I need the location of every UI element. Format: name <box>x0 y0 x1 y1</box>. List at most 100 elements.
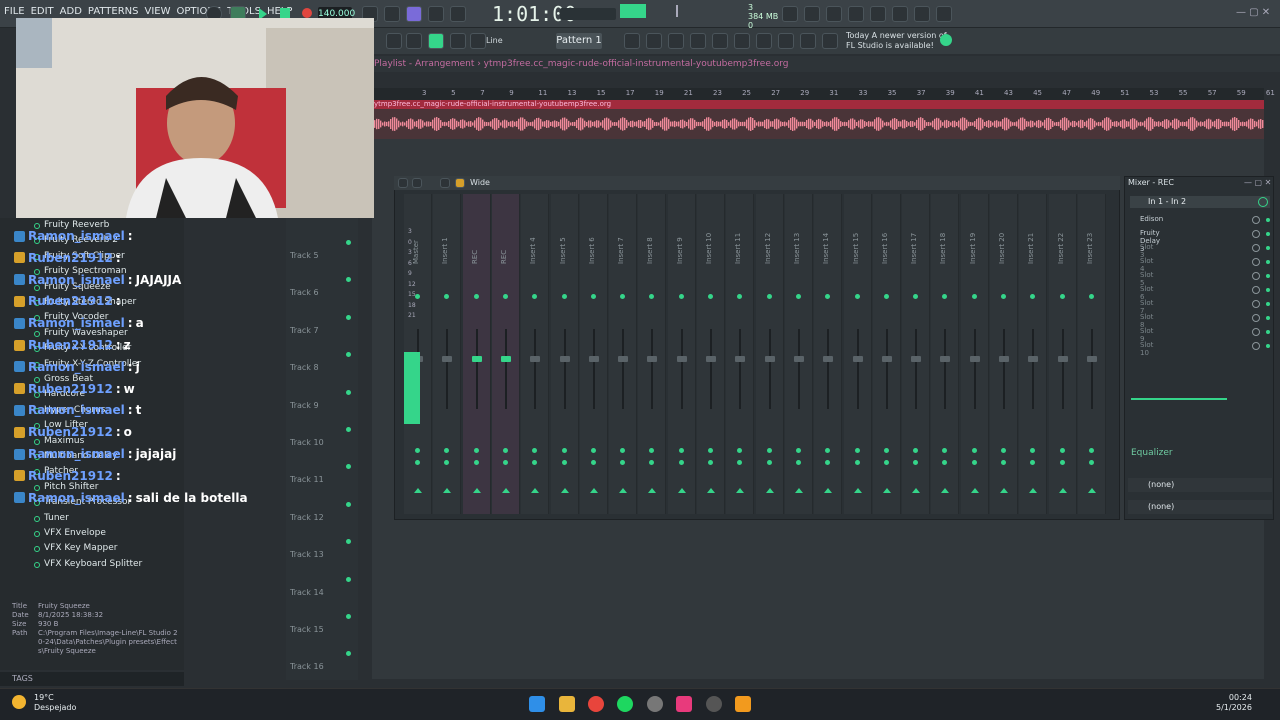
strip-route-arrow[interactable] <box>414 488 422 493</box>
strip-fader[interactable] <box>676 356 687 362</box>
strip-fader[interactable] <box>881 356 892 362</box>
strip-route-arrow[interactable] <box>1087 488 1096 493</box>
strip-led[interactable] <box>649 294 655 299</box>
strip-route-led[interactable] <box>620 460 626 465</box>
track-label[interactable]: Track 9 <box>290 401 319 410</box>
strip-send-led[interactable] <box>620 448 626 453</box>
strip-route-arrow[interactable] <box>736 488 745 493</box>
playlist-icon[interactable] <box>712 33 728 49</box>
strip-route-arrow[interactable] <box>648 488 657 493</box>
strip-send-led[interactable] <box>473 448 479 453</box>
track-mute-led[interactable] <box>346 539 351 545</box>
update-notice[interactable]: Today A newer version of FL Studio is av… <box>846 31 947 51</box>
step-edit-icon[interactable] <box>428 6 444 22</box>
stop-icon[interactable] <box>280 8 290 18</box>
strip-fader[interactable] <box>735 356 746 362</box>
mixer-strip[interactable]: Insert 14 <box>814 194 843 514</box>
mixer-strip[interactable]: Insert 1 <box>433 194 462 514</box>
slot-mix-knob[interactable] <box>1252 216 1260 224</box>
strip-led[interactable] <box>766 294 772 299</box>
track-label[interactable]: Track 6 <box>290 288 319 297</box>
channel-rack-icon[interactable] <box>646 33 662 49</box>
send-none-2[interactable]: (none) <box>1128 500 1272 514</box>
browser-item[interactable]: VFX Envelope <box>44 528 106 538</box>
strip-send-led[interactable] <box>766 448 772 453</box>
strip-send-led[interactable] <box>1088 448 1094 453</box>
strip-fader[interactable] <box>500 356 511 362</box>
track-mute-led[interactable] <box>346 427 351 432</box>
strip-led[interactable] <box>913 294 919 299</box>
slot-mix-knob[interactable] <box>1252 230 1260 238</box>
record-icon[interactable] <box>302 8 312 18</box>
mixer-strip[interactable]: Insert 15 <box>843 194 872 514</box>
menu-edit[interactable]: EDIT <box>31 6 54 17</box>
slot-mix-knob[interactable] <box>1252 300 1260 308</box>
strip-route-arrow[interactable] <box>794 488 803 493</box>
download-icon[interactable] <box>936 6 952 22</box>
mic-icon[interactable] <box>826 6 842 22</box>
track-mute-led[interactable] <box>346 277 351 283</box>
strip-fader[interactable] <box>969 356 980 362</box>
strip-route-arrow[interactable] <box>472 488 481 493</box>
track-mute-led[interactable] <box>346 501 351 507</box>
strip-led[interactable] <box>942 294 948 299</box>
snap-select[interactable]: Line <box>486 36 503 45</box>
settings-icon[interactable] <box>706 696 722 712</box>
strip-route-led[interactable] <box>415 460 420 465</box>
countdown-icon[interactable] <box>406 6 422 22</box>
menu-view[interactable]: VIEW <box>145 6 171 17</box>
strip-led[interactable] <box>532 294 538 299</box>
slot-power-led[interactable] <box>1266 316 1270 320</box>
strip-send-led[interactable] <box>883 448 889 453</box>
strip-route-arrow[interactable] <box>531 488 540 493</box>
mixer-strip[interactable]: Insert 8 <box>638 194 667 514</box>
mixer-strip[interactable]: Insert 5 <box>550 194 579 514</box>
track-label[interactable]: Track 16 <box>290 662 324 671</box>
mixer-strip[interactable]: Insert 7 <box>609 194 638 514</box>
slot-mix-knob[interactable] <box>1252 244 1260 252</box>
strip-send-led[interactable] <box>561 448 567 453</box>
strip-route-led[interactable] <box>825 460 831 465</box>
track-mute-led[interactable] <box>346 576 351 582</box>
strip-route-led[interactable] <box>1030 460 1036 465</box>
strip-led[interactable] <box>971 294 977 299</box>
mixer-strip[interactable]: REC <box>462 194 491 514</box>
chrome-icon[interactable] <box>588 696 604 712</box>
track-mute-led[interactable] <box>346 314 351 320</box>
slot-power-led[interactable] <box>1266 274 1270 278</box>
strip-route-led[interactable] <box>913 460 919 465</box>
strip-route-arrow[interactable] <box>765 488 774 493</box>
strip-route-arrow[interactable] <box>1058 488 1067 493</box>
strip-send-led[interactable] <box>590 448 596 453</box>
wait-input-icon[interactable] <box>384 6 400 22</box>
strip-route-led[interactable] <box>766 460 772 465</box>
mixer-arrow-icon[interactable] <box>398 178 408 188</box>
menu-patterns[interactable]: PATTERNS <box>88 6 139 17</box>
slot-mix-knob[interactable] <box>1252 272 1260 280</box>
browser-item[interactable]: Tuner <box>44 513 69 523</box>
menu-file[interactable]: FILE <box>4 6 25 17</box>
strip-led[interactable] <box>795 294 801 299</box>
strip-route-arrow[interactable] <box>970 488 979 493</box>
slot-mix-knob[interactable] <box>1252 342 1260 350</box>
stamp-icon[interactable] <box>450 33 466 49</box>
slot-power-led[interactable] <box>1266 330 1270 334</box>
track-mute-led[interactable] <box>346 240 351 245</box>
strip-route-led[interactable] <box>532 460 538 465</box>
strip-send-led[interactable] <box>825 448 831 453</box>
effect-slot[interactable]: Edison <box>1140 215 1163 223</box>
mixer-strip[interactable]: Insert 19 <box>960 194 989 514</box>
browser-item[interactable]: VFX Key Mapper <box>44 543 117 553</box>
track-label[interactable]: Track 8 <box>290 363 319 372</box>
strip-route-arrow[interactable] <box>1029 488 1038 493</box>
strip-route-led[interactable] <box>649 460 655 465</box>
strip-led[interactable] <box>620 294 626 299</box>
strip-led[interactable] <box>502 294 508 299</box>
strip-send-led[interactable] <box>971 448 977 453</box>
strip-fader[interactable] <box>852 356 863 362</box>
tags-bar[interactable]: TAGS <box>0 672 184 686</box>
track-label[interactable]: Track 11 <box>290 475 324 484</box>
strip-led[interactable] <box>854 294 860 299</box>
strip-fader[interactable] <box>442 356 453 362</box>
strip-led[interactable] <box>590 294 596 299</box>
